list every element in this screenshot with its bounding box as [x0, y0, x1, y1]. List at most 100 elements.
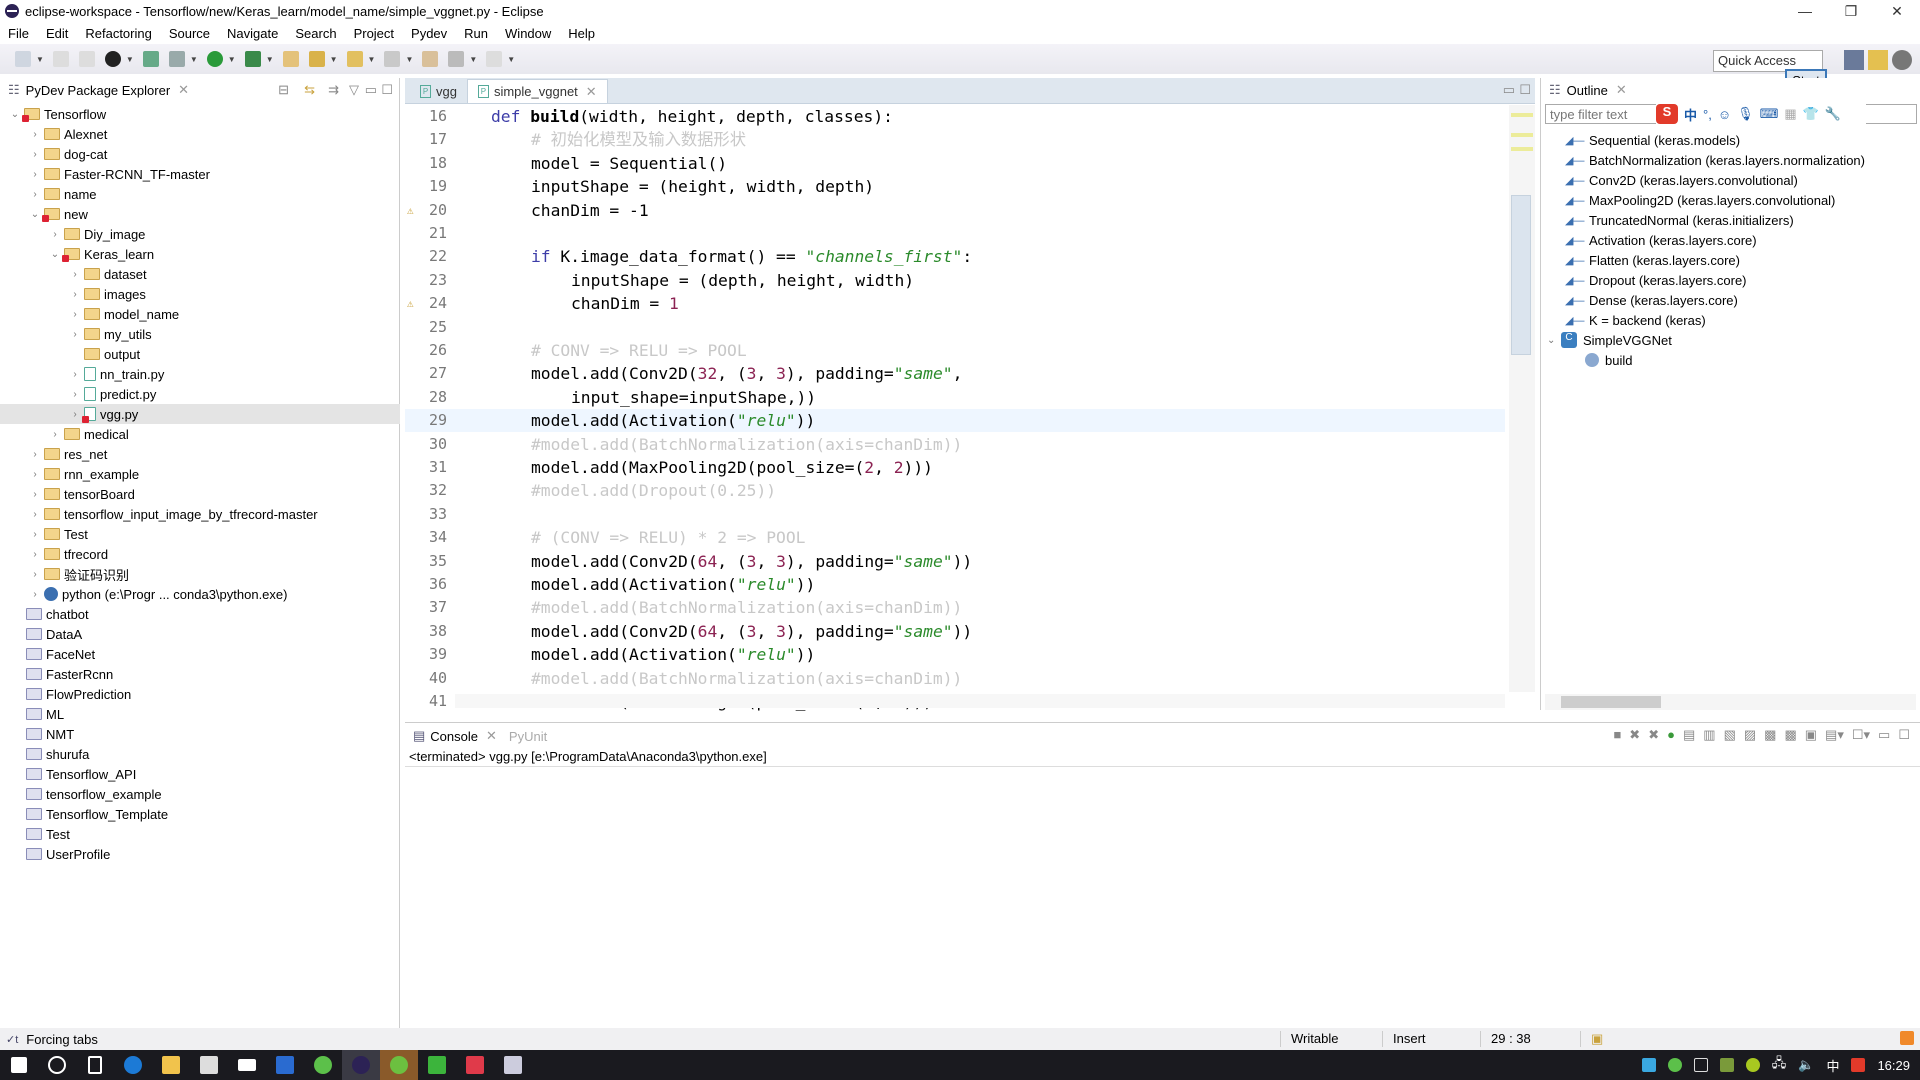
code-line[interactable]: 19 inputShape = (height, width, depth) [405, 175, 1505, 198]
trim-icon[interactable]: ▣ [1580, 1031, 1603, 1047]
code-line[interactable]: 36 model.add(Activation("relu")) [405, 573, 1505, 596]
tray-360-icon[interactable] [1667, 1058, 1682, 1072]
taskbar-feishu[interactable] [266, 1050, 304, 1080]
code-line[interactable]: 18 model = Sequential() [405, 152, 1505, 175]
scrollbar-thumb[interactable] [1511, 195, 1531, 355]
usb-icon[interactable] [1693, 1058, 1708, 1072]
perspective-pydev-icon[interactable] [1844, 50, 1864, 70]
chevron-right-icon[interactable]: › [68, 289, 82, 300]
editor-maximize-icon[interactable]: ☐ [1519, 82, 1531, 98]
taskbar-360browser[interactable] [304, 1050, 342, 1080]
perspective-debug-icon[interactable] [1892, 50, 1912, 70]
chinese-mode-icon[interactable]: 中 [1684, 105, 1697, 124]
tree-node[interactable]: ⌄ Tensorflow [0, 104, 400, 124]
tray-app-icon[interactable] [1641, 1058, 1656, 1072]
menu-run[interactable]: Run [464, 26, 488, 41]
close-outline-icon[interactable]: ✕ [1616, 82, 1627, 98]
chevron-right-icon[interactable]: › [28, 489, 42, 500]
outline-import-item[interactable]: ◢— Conv2D (keras.layers.convolutional) [1565, 170, 1920, 190]
console-maximize-icon[interactable]: ☐ [1898, 727, 1910, 743]
tree-node[interactable]: › 验证码识别 [0, 564, 400, 584]
chevron-down-icon[interactable]: ⌄ [48, 249, 62, 260]
code-line[interactable]: 30 #model.add(BatchNormalization(axis=cha… [405, 433, 1505, 456]
tree-node[interactable]: › rnn_example [0, 464, 400, 484]
sogou-ime-icon[interactable]: S [1656, 104, 1678, 124]
code-line[interactable]: 16 def build(width, height, depth, classe… [405, 105, 1505, 128]
filter-icon[interactable]: ⇉ [328, 82, 339, 98]
close-tab-icon[interactable]: ✕ [586, 84, 597, 100]
outline-import-item[interactable]: ◢— Dropout (keras.layers.core) [1565, 270, 1920, 290]
tree-node[interactable]: FlowPrediction [0, 684, 400, 704]
volume-icon[interactable]: 🔈 [1798, 1057, 1814, 1073]
tree-node[interactable]: › Diy_image [0, 224, 400, 244]
show-stderr-icon[interactable]: ▩ [1784, 727, 1796, 743]
settings-wrench-icon[interactable]: 🔧 [1825, 106, 1841, 122]
taskbar-wechat[interactable] [380, 1050, 418, 1080]
close-view-icon[interactable]: ✕ [178, 82, 189, 98]
code-line[interactable]: 17 # 初始化模型及输入数据形状 [405, 128, 1505, 151]
code-line[interactable]: 24 ⚠ chanDim = 1 [405, 292, 1505, 315]
scroll-lock-icon[interactable]: ▧ [1724, 727, 1736, 743]
outline-method-item[interactable]: build [1585, 350, 1920, 370]
tree-node[interactable]: Tensorflow_Template [0, 804, 400, 824]
outline-import-item[interactable]: ◢— Sequential (keras.models) [1565, 130, 1920, 150]
tree-node[interactable]: › images [0, 284, 400, 304]
outline-hscrollbar[interactable] [1545, 694, 1916, 710]
clear-console-icon[interactable]: ▥ [1703, 727, 1715, 743]
chevron-right-icon[interactable]: › [28, 469, 42, 480]
taskbar-camtasia-green[interactable] [418, 1050, 456, 1080]
close-button[interactable]: ✕ [1874, 0, 1920, 22]
editor-minimize-icon[interactable]: ▭ [1503, 82, 1515, 98]
taskbar-edge[interactable] [114, 1050, 152, 1080]
chevron-right-icon[interactable]: › [68, 329, 82, 340]
show-stdout-icon[interactable]: ▩ [1764, 727, 1776, 743]
minimize-view-icon[interactable]: ▭ [365, 82, 377, 98]
code-line[interactable]: 25 [405, 316, 1505, 339]
maximize-button[interactable]: ❐ [1828, 0, 1874, 22]
menu-navigate[interactable]: Navigate [227, 26, 278, 41]
chevron-right-icon[interactable]: › [28, 529, 42, 540]
tree-node[interactable]: UserProfile [0, 844, 400, 864]
pencil-icon[interactable] [308, 51, 325, 67]
code-line[interactable]: 20 ⚠ chanDim = -1 [405, 199, 1505, 222]
open-console-icon[interactable]: ☐▾ [1852, 727, 1870, 743]
code-line[interactable]: 28 input_shape=inputShape,)) [405, 386, 1505, 409]
code-line[interactable]: 37 #model.add(BatchNormalization(axis=cha… [405, 596, 1505, 619]
tree-node[interactable]: › nn_train.py [0, 364, 400, 384]
chevron-right-icon[interactable]: › [48, 429, 62, 440]
dropdown-icon[interactable]: ▼ [36, 55, 44, 64]
tree-node[interactable]: FasterRcnn [0, 664, 400, 684]
tree-node[interactable]: › vgg.py [0, 404, 400, 424]
tree-node[interactable]: › res_net [0, 444, 400, 464]
code-line[interactable]: 29 model.add(Activation("relu")) [405, 409, 1505, 433]
code-line[interactable]: 35 model.add(Conv2D(64, (3, 3), padding="… [405, 550, 1505, 573]
next-annotation-icon[interactable] [346, 51, 363, 67]
terminate-icon[interactable]: ■ [1613, 727, 1621, 743]
network-icon[interactable]: 🖧 [1772, 1054, 1787, 1076]
toolbox-icon[interactable]: ▦ [1784, 106, 1796, 122]
maximize-view-icon[interactable]: ☐ [381, 82, 393, 98]
outline-import-item[interactable]: ◢— TruncatedNormal (keras.initializers) [1565, 210, 1920, 230]
menu-file[interactable]: File [8, 26, 29, 41]
chevron-right-icon[interactable]: › [28, 149, 42, 160]
prev-annotation-icon[interactable] [384, 51, 401, 67]
outline-import-item[interactable]: ◢— K = backend (keras) [1565, 310, 1920, 330]
tree-node[interactable]: › predict.py [0, 384, 400, 404]
rss-icon[interactable] [1900, 1031, 1914, 1045]
save-all-icon[interactable] [78, 51, 95, 67]
outline-import-item[interactable]: ◢— Dense (keras.layers.core) [1565, 290, 1920, 310]
back-icon[interactable] [448, 51, 465, 67]
taskbar-mail[interactable] [228, 1050, 266, 1080]
code-line[interactable]: 26 # CONV => RELU => POOL [405, 339, 1505, 362]
warning-icon[interactable]: ⚠ [407, 292, 414, 315]
vertical-scrollbar[interactable] [1509, 105, 1535, 692]
code-line[interactable]: 33 [405, 503, 1505, 526]
chevron-right-icon[interactable]: › [28, 569, 42, 580]
menu-project[interactable]: Project [354, 26, 394, 41]
code-line[interactable]: 27 model.add(Conv2D(32, (3, 3), padding="… [405, 362, 1505, 385]
save-icon[interactable] [52, 51, 69, 67]
horizontal-scrollbar[interactable] [455, 694, 1505, 708]
tree-node[interactable]: shurufa [0, 744, 400, 764]
open-type-icon[interactable] [142, 51, 159, 67]
menu-source[interactable]: Source [169, 26, 210, 41]
